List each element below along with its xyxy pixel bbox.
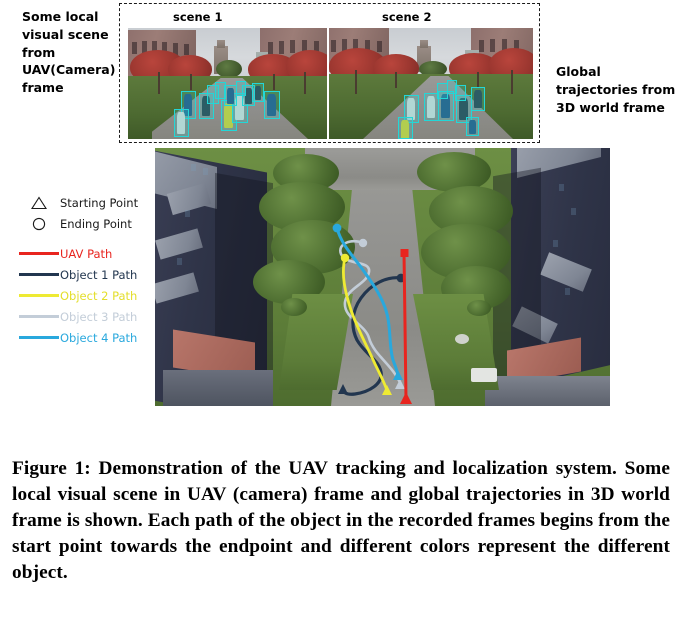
legend-label-object-4-path: Object 4 Path bbox=[60, 330, 138, 345]
detection-box bbox=[471, 87, 485, 111]
window bbox=[490, 39, 495, 52]
local-scene-panel: scene 1 scene 2 bbox=[119, 3, 540, 143]
world-frame-annotation: Global trajectories from 3D world frame bbox=[556, 64, 676, 115]
uav-path-swatch-icon bbox=[18, 252, 60, 255]
scene-2-label: scene 2 bbox=[382, 10, 432, 24]
uav-path-line bbox=[402, 251, 408, 402]
window bbox=[290, 40, 295, 53]
legend-row-object-1-path: Object 1 Path bbox=[18, 264, 150, 285]
legend-row-object-2-path: Object 2 Path bbox=[18, 285, 150, 306]
object-3-path-swatch-icon bbox=[18, 315, 60, 318]
detection-box bbox=[236, 81, 246, 96]
window bbox=[268, 42, 273, 54]
circle-outline-icon bbox=[18, 217, 60, 231]
legend-label-object-1-path: Object 1 Path bbox=[60, 267, 138, 282]
legend-spacer bbox=[18, 234, 150, 243]
scene-1-label: scene 1 bbox=[173, 10, 223, 24]
legend-label-starting-point: Starting Point bbox=[60, 195, 139, 210]
legend-row-starting-point: Starting Point bbox=[18, 192, 150, 213]
detection-box bbox=[264, 91, 280, 119]
tree-trunk bbox=[304, 72, 306, 94]
trajectory-overlay bbox=[332, 223, 412, 404]
object-4-end-marker bbox=[332, 223, 342, 233]
object-3-start-marker bbox=[395, 379, 405, 389]
tree-trunk bbox=[395, 72, 397, 88]
uav-end-marker bbox=[400, 249, 409, 257]
object-2-end-marker bbox=[340, 253, 350, 263]
detection-box bbox=[174, 109, 189, 137]
object-2-start-marker bbox=[382, 385, 392, 395]
object-1-path-line bbox=[341, 276, 403, 396]
tree-trunk bbox=[477, 72, 479, 88]
window bbox=[279, 41, 284, 54]
aerial-trajectory-view bbox=[155, 148, 610, 406]
uav-start-marker bbox=[400, 392, 412, 404]
window bbox=[184, 44, 189, 55]
object-2-path-swatch-icon bbox=[18, 294, 60, 297]
triangle-outline-icon bbox=[18, 195, 60, 210]
detection-box bbox=[215, 82, 226, 99]
object-3-path-line bbox=[339, 239, 402, 387]
legend-row-object-3-path: Object 3 Path bbox=[18, 306, 150, 327]
uav-camera-frame-annotation: Some local visual scene from UAV(Camera)… bbox=[22, 9, 116, 95]
figure-caption: Figure 1: Demonstration of the UAV track… bbox=[12, 458, 670, 583]
detection-box bbox=[455, 85, 466, 101]
legend-row-object-4-path: Object 4 Path bbox=[18, 327, 150, 348]
window bbox=[479, 40, 484, 52]
legend-row-uav-path: UAV Path bbox=[18, 243, 150, 264]
tower-spire bbox=[420, 40, 428, 48]
tree-trunk bbox=[273, 74, 275, 90]
object-1-path-swatch-icon bbox=[18, 273, 60, 276]
window bbox=[132, 42, 137, 54]
legend-row-ending-point: Ending Point bbox=[18, 213, 150, 234]
scene-1-image bbox=[128, 28, 327, 139]
tree-trunk bbox=[158, 72, 160, 94]
detection-box bbox=[466, 117, 479, 136]
window bbox=[331, 40, 336, 52]
object-1-start-marker bbox=[338, 384, 348, 394]
window bbox=[377, 41, 382, 52]
detection-box bbox=[252, 83, 264, 102]
tree-trunk bbox=[355, 70, 357, 94]
object-3-end-marker bbox=[358, 238, 368, 248]
tree-trunk bbox=[190, 74, 192, 90]
legend-label-ending-point: Ending Point bbox=[60, 216, 132, 231]
legend: Starting Point Ending Point UAV Path Obj… bbox=[18, 192, 150, 348]
tree-trunk bbox=[511, 70, 513, 94]
tower-spire bbox=[217, 40, 225, 48]
legend-label-object-3-path: Object 3 Path bbox=[60, 309, 138, 324]
legend-label-object-2-path: Object 2 Path bbox=[60, 288, 138, 303]
detection-box bbox=[398, 117, 413, 139]
scene-2-image bbox=[329, 28, 533, 139]
legend-label-uav-path: UAV Path bbox=[60, 246, 113, 261]
object-4-path-swatch-icon bbox=[18, 336, 60, 339]
